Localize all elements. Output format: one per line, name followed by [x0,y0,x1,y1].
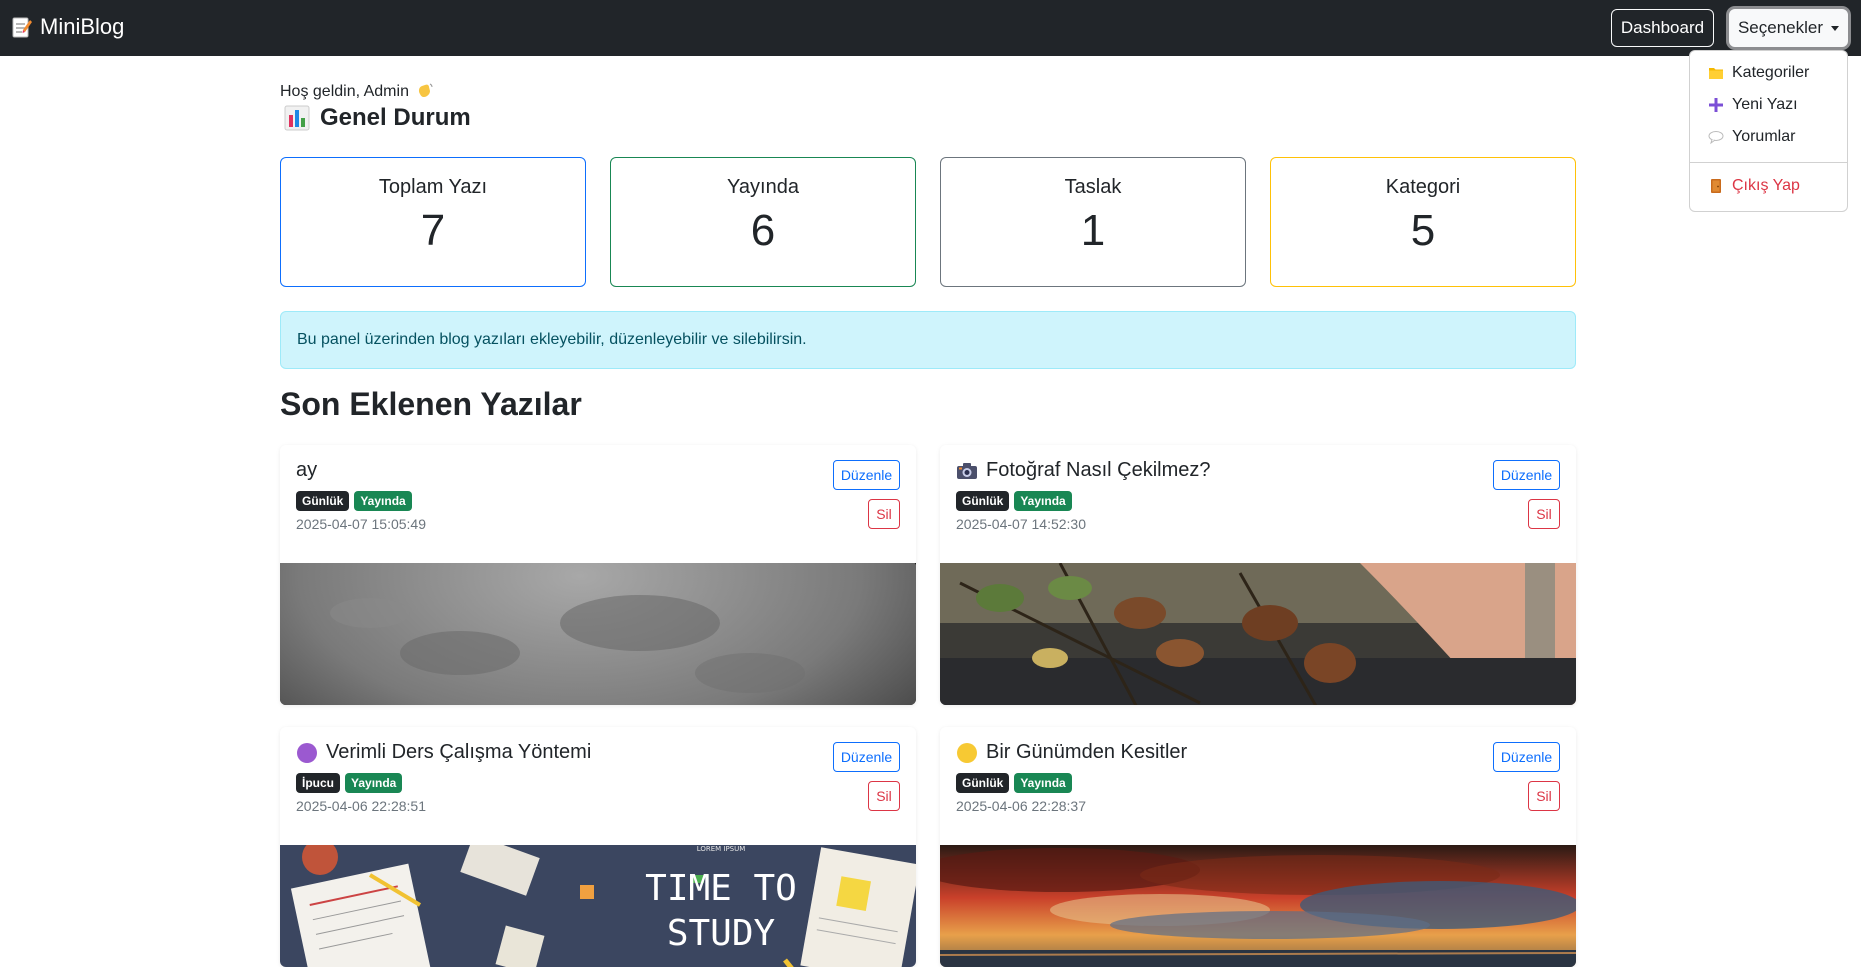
dropdown-item-logout[interactable]: Çıkış Yap [1708,177,1800,195]
post-card: Bir Günümden Kesitler Günlük Yayında 202… [940,727,1576,967]
welcome-text: Hoş geldin, Admin [280,82,434,101]
stat-value: 7 [420,206,446,255]
door-icon [1711,179,1721,193]
delete-button[interactable]: Sil [1528,499,1560,529]
post-title: Bir Günümden Kesitler [956,741,1187,764]
options-dropdown-button[interactable]: Seçenekler [1729,9,1848,47]
dropdown-item-comments[interactable]: Yorumlar [1708,128,1795,146]
category-badge: Günlük [296,491,350,511]
post-date: 2025-04-06 22:28:51 [296,798,426,814]
post-title: Verimli Ders Çalışma Yöntemi [296,741,591,764]
category-badge: Günlük [956,773,1010,793]
dropdown-label: Kategoriler [1732,64,1810,81]
options-dropdown-menu: Kategoriler Yeni Yazı Yorumlar Çıkış Yap [1689,50,1848,212]
dropdown-divider [1690,162,1847,163]
stat-card-categories: Kategori 5 [1270,157,1576,287]
brand-name: MiniBlog [40,14,125,39]
post-image-sunset [940,845,1576,967]
delete-button[interactable]: Sil [868,499,900,529]
edit-button[interactable]: Düzenle [833,742,900,772]
page-title: Genel Durum [320,104,471,131]
waving-hand-icon [419,83,433,97]
status-badge: Yayında [354,491,412,511]
study-image-line1: TIME TO [645,868,797,909]
plus-icon [1709,98,1723,112]
stat-value: 6 [750,206,776,255]
dropdown-item-categories[interactable]: Kategoriler [1708,64,1809,82]
status-badge: Yayında [1014,491,1072,511]
delete-button[interactable]: Sil [1528,781,1560,811]
delete-button[interactable]: Sil [868,781,900,811]
stat-card-draft: Taslak 1 [940,157,1246,287]
stat-label: Taslak [1064,176,1122,198]
post-image-leaves [940,563,1576,705]
study-image-line2: STUDY [667,913,776,954]
post-date: 2025-04-07 15:05:49 [296,516,426,532]
stat-label: Toplam Yazı [378,176,488,198]
stat-label: Kategori [1385,176,1461,198]
stat-card-published: Yayında 6 [610,157,916,287]
stat-card-total-posts: Toplam Yazı 7 [280,157,586,287]
caret-down-icon [1831,25,1840,31]
post-image-moon [280,563,916,705]
yellow-circle-icon [957,742,977,763]
speech-bubble-icon [1708,131,1724,145]
status-badge: Yayında [1014,773,1072,793]
category-badge: Günlük [956,491,1010,511]
edit-button[interactable]: Düzenle [1493,742,1560,772]
options-label: Seçenekler [1737,18,1824,37]
category-badge: İpucu [296,773,340,793]
dropdown-label: Yeni Yazı [1732,96,1798,113]
post-title: Fotoğraf Nasıl Çekilmez? [956,459,1211,482]
top-navbar: MiniBlog Dashboard Seçenekler [0,0,1861,56]
post-date: 2025-04-06 22:28:37 [956,798,1086,814]
post-date: 2025-04-07 14:52:30 [956,516,1086,532]
post-card: Verimli Ders Çalışma Yöntemi İpucu Yayın… [280,727,916,967]
folder-icon [1709,68,1723,79]
overview-heading: Genel Durum [284,104,471,132]
camera-icon [957,462,977,479]
purple-circle-icon [297,742,317,763]
post-card: ay Günlük Yayında 2025-04-07 15:05:49 Dü… [280,445,916,705]
recent-posts-heading: Son Eklenen Yazılar [280,386,582,422]
stat-label: Yayında [727,176,799,198]
post-image-study: LOREM IPSUM TIME TO STUDY [280,845,916,967]
dropdown-item-new-post[interactable]: Yeni Yazı [1708,96,1798,114]
post-title: ay [296,459,318,481]
memo-icon [12,17,32,38]
edit-button[interactable]: Düzenle [1493,460,1560,490]
edit-button[interactable]: Düzenle [833,460,900,490]
status-badge: Yayında [345,773,403,793]
dropdown-label: Çıkış Yap [1732,177,1800,194]
info-alert: Bu panel üzerinden blog yazıları ekleyeb… [280,311,1576,369]
stat-value: 1 [1080,206,1106,255]
bar-chart-icon [284,105,310,131]
study-image-small-text: LOREM IPSUM [697,845,746,853]
post-card: Fotoğraf Nasıl Çekilmez? Günlük Yayında … [940,445,1576,705]
dashboard-button[interactable]: Dashboard [1611,9,1714,47]
dropdown-label: Yorumlar [1732,128,1796,145]
brand-link[interactable]: MiniBlog [12,14,124,40]
stat-value: 5 [1410,206,1436,255]
